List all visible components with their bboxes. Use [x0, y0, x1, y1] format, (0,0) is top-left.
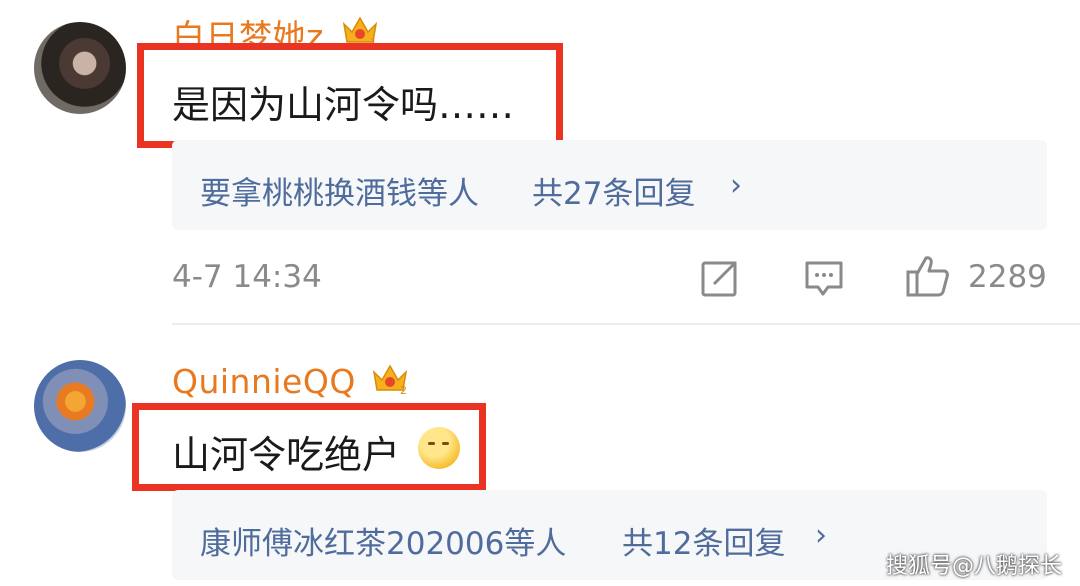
- divider: [172, 323, 1080, 325]
- chevron-right-icon[interactable]: ›: [815, 518, 827, 553]
- reply-users[interactable]: 康师傅冰红茶202006等人: [200, 518, 566, 563]
- thumbs-up-icon[interactable]: [905, 254, 951, 298]
- badge-level: 2: [400, 384, 407, 396]
- chevron-right-icon[interactable]: ›: [730, 168, 742, 203]
- reply-count[interactable]: 共12条回复: [622, 518, 785, 563]
- comment-icon[interactable]: [804, 258, 844, 298]
- watermark: 搜狐号@八鹅探长: [886, 554, 1063, 579]
- avatar[interactable]: [34, 22, 126, 114]
- timestamp: 4-7 14:34: [172, 259, 322, 295]
- reply-users[interactable]: 要拿桃桃换酒钱等人: [200, 168, 479, 213]
- like-count: 2289: [968, 259, 1047, 295]
- username[interactable]: QuinnieQQ: [172, 362, 356, 401]
- share-icon[interactable]: [700, 258, 740, 298]
- comment-text: 是因为山河令吗……: [172, 83, 515, 127]
- avatar[interactable]: [34, 360, 126, 452]
- crown-badge-icon: 2: [370, 360, 410, 397]
- reply-count[interactable]: 共27条回复: [532, 168, 695, 213]
- comment-text: 山河令吃绝户: [172, 433, 401, 477]
- shushing-face-emoji-icon: [418, 427, 460, 469]
